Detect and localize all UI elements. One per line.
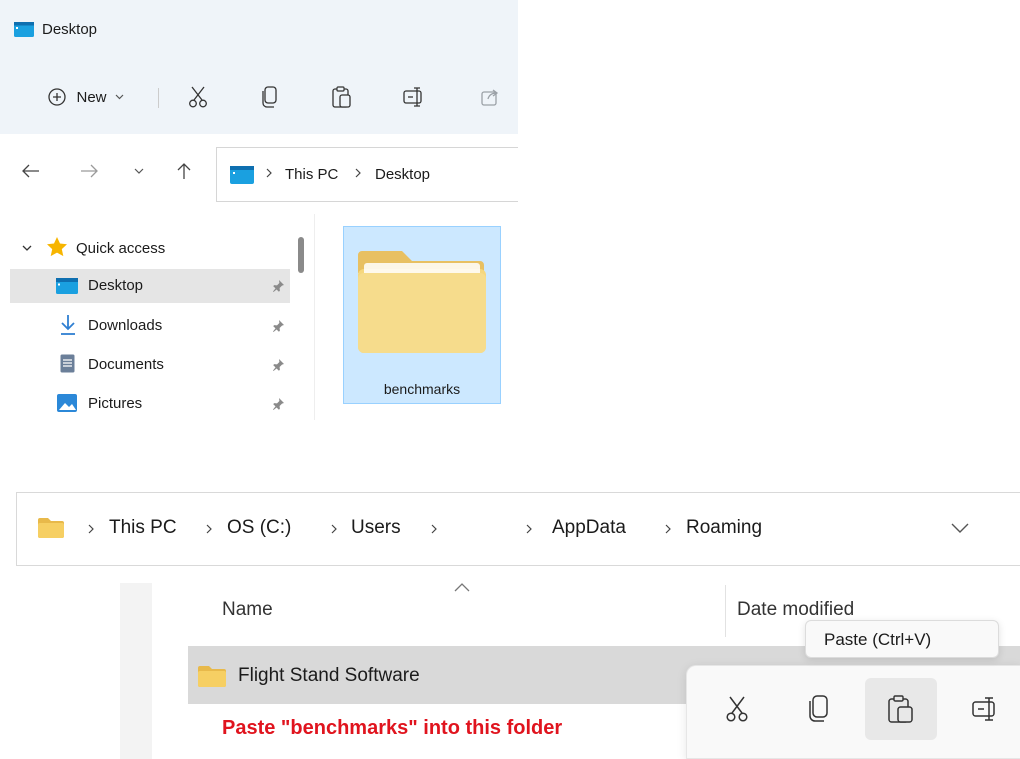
pin-icon — [272, 358, 285, 372]
navigation-pane-edge — [120, 583, 152, 759]
address-bar[interactable]: This PC Desktop — [216, 147, 518, 202]
toolbar-divider — [158, 88, 159, 108]
command-bar: New — [0, 62, 518, 135]
cut-button[interactable] — [701, 678, 773, 740]
folder-tile-benchmarks[interactable]: benchmarks — [343, 226, 501, 404]
breadcrumb-separator-icon — [354, 167, 362, 179]
chevron-down-icon — [134, 168, 144, 175]
column-header-date-modified[interactable]: Date modified — [737, 599, 854, 621]
breadcrumb-os-c[interactable]: OS (C:) — [227, 517, 291, 539]
sidebar-item-label: Desktop — [88, 277, 144, 294]
paste-button[interactable] — [320, 78, 364, 116]
new-button[interactable]: New — [34, 78, 138, 116]
sidebar-item-label: Documents — [88, 356, 164, 373]
plus-circle-icon — [48, 88, 67, 106]
address-history-button[interactable] — [951, 523, 969, 533]
breadcrumb-users[interactable]: Users — [351, 517, 401, 539]
breadcrumb-appdata[interactable]: AppData — [552, 517, 626, 539]
copy-button[interactable] — [783, 678, 855, 740]
folder-icon — [37, 518, 65, 538]
download-icon — [60, 314, 76, 336]
tooltip-text: Paste (Ctrl+V) — [824, 630, 932, 649]
column-divider[interactable] — [725, 585, 726, 637]
chevron-down-icon — [22, 245, 32, 252]
desktop-icon — [230, 166, 254, 184]
paste-icon — [888, 695, 914, 723]
chevron-down-icon — [951, 523, 969, 533]
breadcrumb-this-pc[interactable]: This PC — [109, 517, 177, 539]
instruction-annotation: Paste "benchmarks" into this folder — [222, 717, 563, 739]
breadcrumb-this-pc[interactable]: This PC — [285, 166, 338, 183]
navigation-pane: Quick access Desktop Downloads Documents… — [0, 214, 296, 420]
sidebar-item-documents[interactable]: Documents — [10, 348, 290, 382]
chevron-down-icon — [115, 94, 124, 100]
arrow-right-icon — [80, 164, 98, 178]
folder-icon — [356, 247, 488, 355]
star-icon — [46, 236, 68, 257]
breadcrumb-separator-icon — [205, 523, 213, 535]
scissors-icon — [725, 696, 749, 722]
rename-icon — [972, 697, 998, 721]
quick-access-label: Quick access — [76, 240, 166, 257]
breadcrumb-separator-icon — [664, 523, 672, 535]
copy-button[interactable] — [248, 78, 292, 116]
back-button[interactable] — [22, 164, 40, 178]
pin-icon — [272, 397, 285, 411]
sort-ascending-icon — [454, 582, 470, 592]
breadcrumb-separator-icon — [265, 167, 273, 179]
quick-access-header[interactable]: Quick access — [10, 234, 290, 262]
sidebar-item-label: Pictures — [88, 395, 143, 412]
breadcrumb-separator-icon — [430, 523, 438, 535]
desktop-icon — [56, 278, 78, 294]
sidebar-scrollbar[interactable] — [298, 237, 304, 273]
folder-label: benchmarks — [383, 381, 461, 397]
breadcrumb-separator-icon — [330, 523, 338, 535]
desktop-icon — [14, 22, 34, 37]
sidebar-item-label: Downloads — [88, 317, 163, 334]
share-icon — [480, 87, 500, 107]
paste-button[interactable] — [865, 678, 937, 740]
paste-tooltip: Paste (Ctrl+V) — [805, 620, 999, 658]
pictures-icon — [57, 394, 77, 412]
title-bar: Desktop — [0, 0, 518, 62]
paste-icon — [332, 86, 352, 108]
sidebar-item-desktop[interactable]: Desktop — [10, 269, 290, 303]
rename-button[interactable] — [392, 78, 436, 116]
rename-icon — [403, 87, 425, 107]
cut-button[interactable] — [176, 78, 220, 116]
document-icon — [60, 354, 75, 373]
sidebar-item-pictures[interactable]: Pictures — [10, 387, 290, 420]
sidebar-item-downloads[interactable]: Downloads — [10, 309, 290, 343]
address-bar-roaming[interactable]: This PC OS (C:) Users AppData Roaming — [16, 492, 1020, 566]
copy-icon — [808, 695, 830, 723]
rename-button[interactable] — [949, 678, 1020, 740]
forward-button[interactable] — [80, 164, 98, 178]
share-button[interactable] — [468, 78, 512, 116]
window-title: Desktop — [42, 21, 98, 38]
up-button[interactable] — [176, 162, 192, 180]
breadcrumb-separator-icon — [525, 523, 533, 535]
pin-icon — [272, 279, 285, 293]
folder-icon — [197, 666, 227, 687]
column-header-name[interactable]: Name — [222, 599, 273, 621]
arrow-left-icon — [22, 164, 40, 178]
pane-divider — [314, 214, 315, 420]
scissors-icon — [188, 86, 208, 108]
arrow-up-icon — [176, 162, 192, 180]
new-button-label: New — [76, 88, 107, 106]
context-mini-toolbar — [686, 665, 1020, 759]
copy-icon — [261, 86, 279, 108]
breadcrumb-desktop[interactable]: Desktop — [375, 166, 430, 183]
breadcrumb-separator-icon — [87, 523, 95, 535]
explorer-window-desktop: Desktop New This PC Desktop Quick access… — [0, 0, 518, 420]
breadcrumb-roaming[interactable]: Roaming — [686, 517, 762, 539]
row-name-flight-stand-software[interactable]: Flight Stand Software — [238, 665, 420, 687]
pin-icon — [272, 319, 285, 333]
recent-locations-button[interactable] — [134, 168, 144, 175]
